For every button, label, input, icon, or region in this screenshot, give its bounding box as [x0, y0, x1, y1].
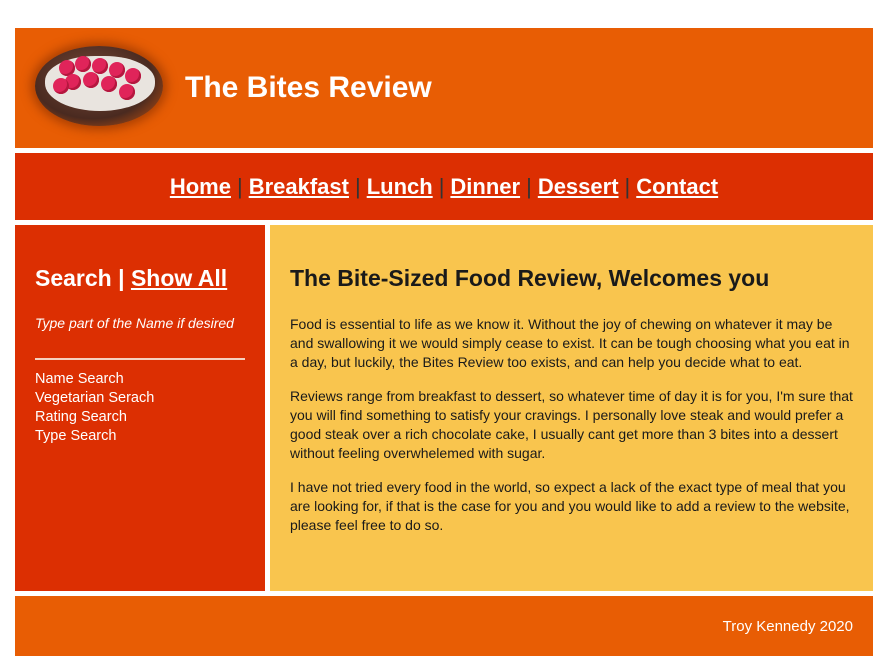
nav-home[interactable]: Home [170, 174, 231, 199]
nav-dinner[interactable]: Dinner [450, 174, 520, 199]
search-label: Search [35, 265, 112, 291]
intro-text: Food is essential to life as we know it.… [290, 315, 855, 550]
nav-separator: | [236, 174, 243, 199]
nav-separator: | [438, 174, 445, 199]
show-all-link[interactable]: Show All [131, 265, 227, 291]
search-heading: Search | Show All [35, 265, 227, 292]
page-heading: The Bite-Sized Food Review, Welcomes you [290, 265, 770, 291]
main-nav: Home | Breakfast | Lunch | Dinner | Dessert | Cont… [15, 153, 873, 220]
filter-rating-search[interactable]: Rating Search [35, 408, 154, 427]
search-sidebar: Search | Show All Type part of the Name … [15, 225, 265, 591]
nav-lunch[interactable]: Lunch [367, 174, 433, 199]
main-content: The Bite-Sized Food Review, Welcomes you… [270, 225, 873, 591]
site-title: The Bites Review [185, 71, 432, 104]
search-input-underline [35, 358, 245, 360]
nav-dessert[interactable]: Dessert [538, 174, 619, 199]
search-separator: | [118, 265, 125, 291]
filter-name-search[interactable]: Name Search [35, 370, 154, 389]
filter-type-search[interactable]: Type Search [35, 427, 154, 446]
filter-vegetarian-search[interactable]: Vegetarian Serach [35, 389, 154, 408]
footer-credit: Troy Kennedy 2020 [722, 618, 853, 635]
intro-paragraph: Reviews range from breakfast to dessert,… [290, 388, 853, 461]
site-header: The Bites Review [15, 28, 873, 148]
intro-paragraph: I have not tried every food in the world… [290, 479, 850, 533]
site-footer: Troy Kennedy 2020 [15, 596, 873, 656]
nav-breakfast[interactable]: Breakfast [249, 174, 349, 199]
nav-separator: | [354, 174, 361, 199]
nav-separator: | [624, 174, 631, 199]
nav-contact[interactable]: Contact [636, 174, 718, 199]
nav-separator: | [526, 174, 532, 199]
search-filter-list: Name Search Vegetarian Serach Rating Sea… [35, 370, 154, 446]
search-hint[interactable]: Type part of the Name if desired [35, 314, 235, 333]
raspberry-bowl-icon [35, 46, 163, 126]
intro-paragraph: Food is essential to life as we know it.… [290, 316, 850, 370]
